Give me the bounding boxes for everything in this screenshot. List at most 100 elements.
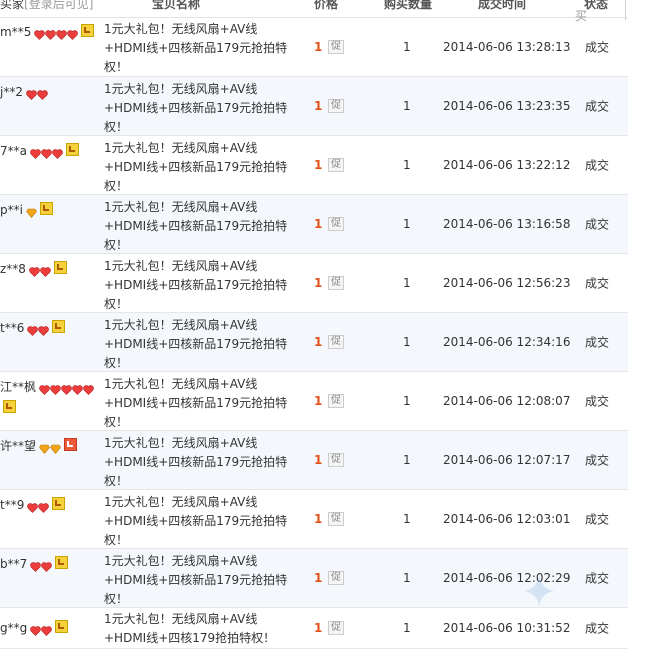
table-row: 许**望 1元大礼包！无线风扇+AV线+HDMI线+四核新品179元抢拍特权！ 1 促… xyxy=(0,431,628,490)
buyer-name: m**5 xyxy=(0,25,32,39)
deal-time: 2014-06-06 13:23:35 xyxy=(443,99,571,113)
table-row: p**i 1元大礼包！无线风扇+AV线+HDMI线+四核新品179元抢拍特权！ 1 促… xyxy=(0,195,628,254)
table-row: t**9 1元大礼包！无线风扇+AV线+HDMI线+四核新品179元抢拍特权！ 1 促… xyxy=(0,490,628,549)
promo-badge: 促 xyxy=(328,158,344,172)
item-title-link[interactable]: 1元大礼包！无线风扇+AV线+HDMI线+四核新品179元抢拍特权！ xyxy=(104,493,294,550)
heart-level-icon xyxy=(30,144,63,163)
promo-badge: 促 xyxy=(328,394,344,408)
item-title-link[interactable]: 1元大礼包！无线风扇+AV线+HDMI线+四核新品179元抢拍特权！ xyxy=(104,434,294,491)
price-value: 1 xyxy=(314,453,323,467)
price-value: 1 xyxy=(314,158,323,172)
promo-badge: 促 xyxy=(328,621,344,635)
buyer-name: g**g xyxy=(0,621,28,635)
heart-level-icon xyxy=(34,25,79,44)
status-text: 成交 xyxy=(585,335,610,350)
status-text: 成交 xyxy=(585,276,610,291)
price-value: 1 xyxy=(314,621,323,635)
buyer-name: 7**a xyxy=(0,144,27,158)
price-value: 1 xyxy=(314,335,323,349)
table-row: m**5 1元大礼包！无线风扇+AV线+HDMI线+四核新品179元抢拍特权！ 1 促… xyxy=(0,17,628,77)
status-text: 成交 xyxy=(585,394,610,409)
item-title-link[interactable]: 1元大礼包！无线风扇+AV线+HDMI线+四核179抢拍特权！ xyxy=(104,610,294,648)
verified-badge-icon xyxy=(55,620,69,633)
price-value: 1 xyxy=(314,39,323,54)
heart-level-icon xyxy=(27,498,50,517)
table-row: z**8 1元大礼包！无线风扇+AV线+HDMI线+四核新品179元抢拍特权！ 1 促… xyxy=(0,254,628,313)
buyer-name: p**i xyxy=(0,203,23,217)
promo-badge: 促 xyxy=(328,217,344,231)
status-text: 成交 xyxy=(585,512,610,527)
item-title-link[interactable]: 1元大礼包！无线风扇+AV线+HDMI线+四核新品179元抢拍特权！ xyxy=(104,257,294,314)
table-header: 买家[登录后可见] 宝贝名称 价格 购买数量 成交时间 状态 xyxy=(0,0,628,18)
promo-badge: 促 xyxy=(328,453,344,467)
table-row: b**7 1元大礼包！无线风扇+AV线+HDMI线+四核新品179元抢拍特权！ 1 促… xyxy=(0,549,628,608)
deal-time: 2014-06-06 12:56:23 xyxy=(443,276,571,290)
buyer-name: 许**望 xyxy=(0,439,37,453)
price-value: 1 xyxy=(314,217,323,231)
deal-time: 2014-06-06 13:22:12 xyxy=(443,158,571,172)
item-title-link[interactable]: 1元大礼包！无线风扇+AV线+HDMI线+四核新品179元抢拍特权！ xyxy=(104,198,294,255)
heart-level-icon xyxy=(30,621,53,640)
header-qty: 购买数量 xyxy=(384,0,433,11)
status-text: 成交 xyxy=(585,217,610,232)
header-price: 价格 xyxy=(314,0,339,11)
header-item: 宝贝名称 xyxy=(152,0,201,11)
buyer-name: j**2 xyxy=(0,85,23,99)
verified-badge-icon xyxy=(53,261,67,274)
login-hint: [登录后可见] xyxy=(24,0,94,11)
quantity-value: 1 xyxy=(403,39,411,54)
price-value: 1 xyxy=(314,571,323,585)
buyer-cell: g**g xyxy=(0,619,98,640)
heart-level-icon xyxy=(29,262,51,281)
verified-badge-icon xyxy=(81,24,95,37)
verified-badge-icon xyxy=(64,438,78,451)
verified-badge-icon xyxy=(55,556,69,569)
status-text: 成交 xyxy=(585,40,610,54)
buyer-name: z**8 xyxy=(0,262,26,276)
price-value: 1 xyxy=(314,394,323,408)
item-title-link[interactable]: 1元大礼包！无线风扇+AV线+HDMI线+四核新品179元抢拍特权！ xyxy=(104,20,294,77)
buyer-cell: b**7 xyxy=(0,555,98,576)
buyer-cell: m**5 xyxy=(0,23,98,44)
buyer-cell: p**i xyxy=(0,201,98,222)
status-text: 成交 xyxy=(585,453,610,468)
table-row: g**g 1元大礼包！无线风扇+AV线+HDMI线+四核179抢拍特权！ 1 促 1 20… xyxy=(0,608,628,649)
quantity-value: 1 xyxy=(403,512,411,526)
heart-level-icon xyxy=(30,557,53,576)
table-row: 7**a 1元大礼包！无线风扇+AV线+HDMI线+四核新品179元抢拍特权！ 1 促… xyxy=(0,136,628,195)
status-text: 成交 xyxy=(585,621,610,636)
status-text: 成交 xyxy=(585,99,610,114)
item-title-link[interactable]: 1元大礼包！无线风扇+AV线+HDMI线+四核新品179元抢拍特权！ xyxy=(104,552,294,609)
price-value: 1 xyxy=(314,99,323,113)
quantity-value: 1 xyxy=(403,276,411,290)
verified-badge-icon xyxy=(39,202,53,215)
deal-time: 2014-06-06 12:07:17 xyxy=(443,453,571,467)
item-title-link[interactable]: 1元大礼包！无线风扇+AV线+HDMI线+四核新品179元抢拍特权！ xyxy=(104,316,294,373)
promo-badge: 促 xyxy=(328,276,344,290)
item-title-link[interactable]: 1元大礼包！无线风扇+AV线+HDMI线+四核新品179元抢拍特权！ xyxy=(104,139,294,196)
heart-level-icon xyxy=(27,321,50,340)
deal-time: 2014-06-06 12:34:16 xyxy=(443,335,571,349)
diamond-level-icon xyxy=(39,439,61,458)
promo-badge: 促 xyxy=(328,512,344,526)
deal-time: 2014-06-06 10:31:52 xyxy=(443,621,571,635)
deal-time: 2014-06-06 12:08:07 xyxy=(443,394,571,408)
buyer-cell: 江**枫 xyxy=(0,378,98,418)
item-title-link[interactable]: 1元大礼包！无线风扇+AV线+HDMI线+四核新品179元抢拍特权！ xyxy=(104,80,294,137)
verified-badge-icon xyxy=(66,143,79,156)
item-title-link[interactable]: 1元大礼包！无线风扇+AV线+HDMI线+四核新品179元抢拍特权！ xyxy=(104,375,294,432)
header-status: 状态 xyxy=(584,0,609,11)
verified-badge-icon xyxy=(3,400,16,413)
quantity-value: 1 xyxy=(403,453,411,467)
quantity-value: 1 xyxy=(403,217,411,231)
deal-time: 2014-06-06 12:03:01 xyxy=(443,512,571,526)
deal-time: 2014-06-06 12:02:29 xyxy=(443,571,571,585)
heart-level-icon xyxy=(26,85,48,104)
status-text: 成交 xyxy=(585,571,610,586)
buyer-name: 江**枫 xyxy=(0,380,37,394)
buyer-name: t**6 xyxy=(0,321,25,335)
quantity-value: 1 xyxy=(403,158,411,172)
price-value: 1 xyxy=(314,512,323,526)
quantity-value: 1 xyxy=(403,335,411,349)
header-buyer: 买家[登录后可见] xyxy=(0,0,93,12)
